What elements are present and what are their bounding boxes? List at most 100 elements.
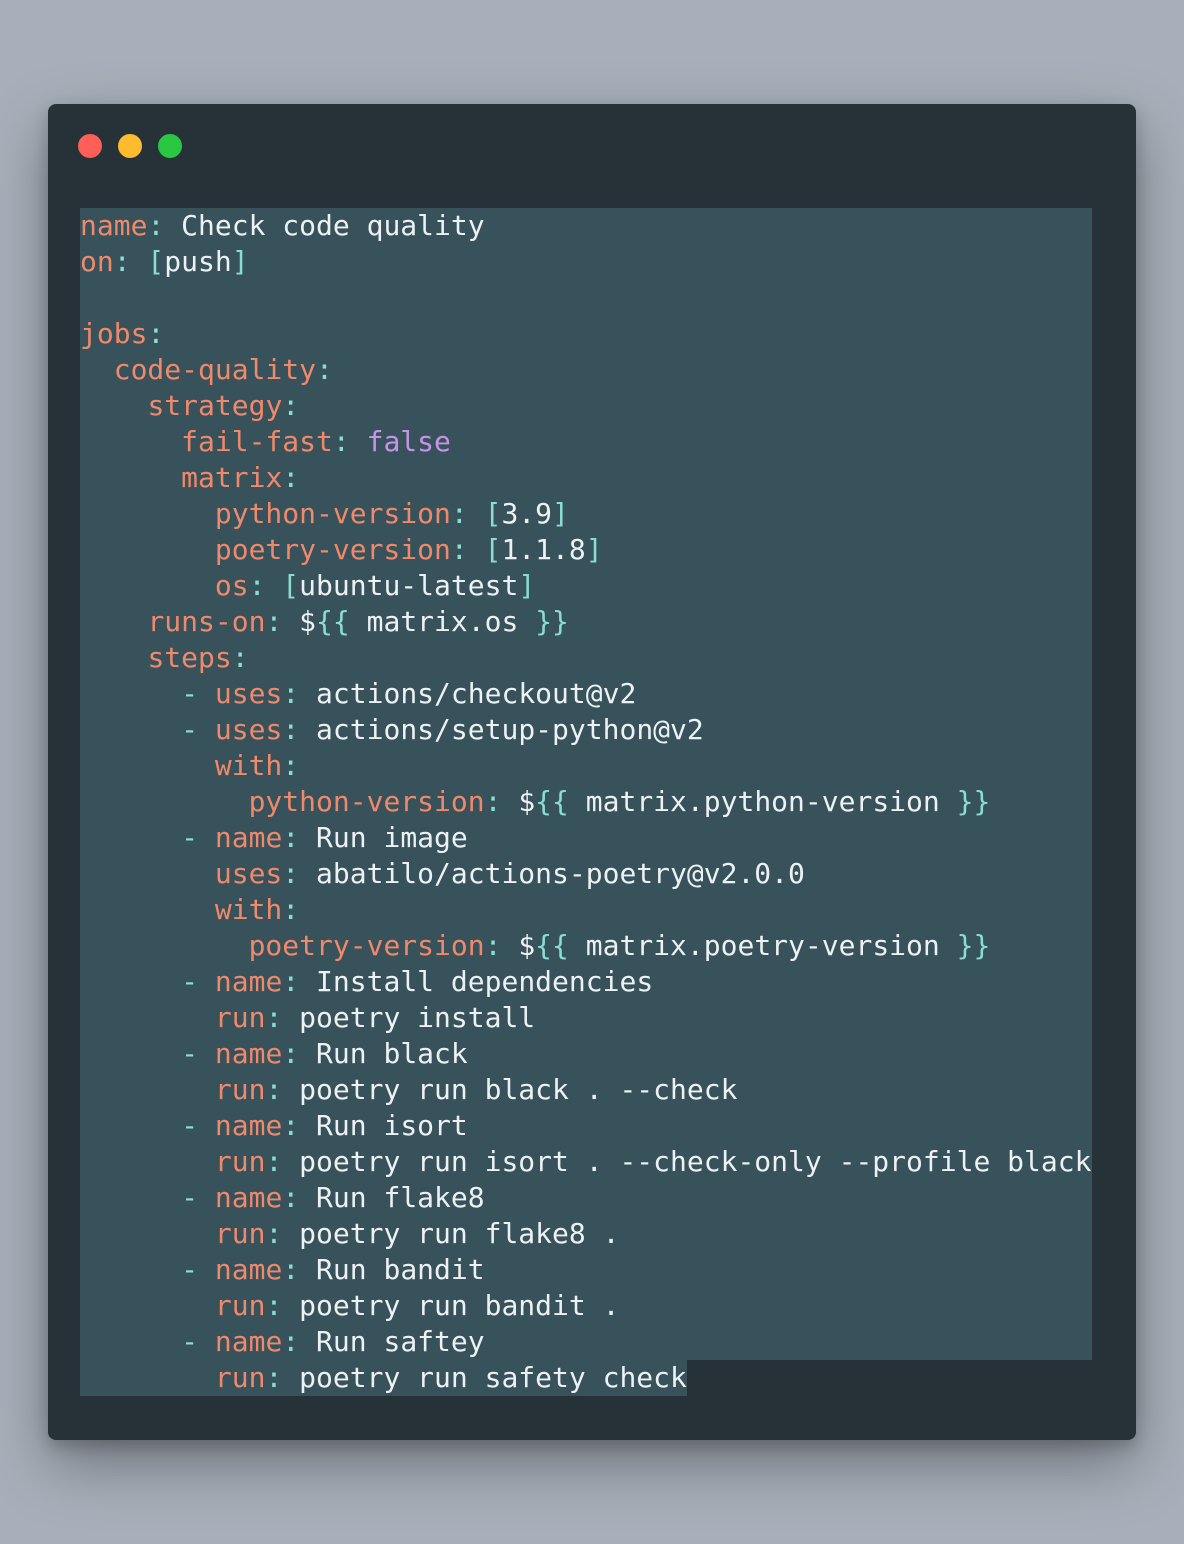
code-token: :	[282, 749, 300, 782]
selection-highlight: strategy:	[80, 388, 1092, 424]
code-token: actions/setup-python@v2	[316, 713, 704, 746]
code-line: name: Check code quality	[80, 208, 1092, 244]
code-line: poetry-version: ${{ matrix.poetry-versio…	[80, 928, 1092, 964]
code-line: - uses: actions/setup-python@v2	[80, 712, 1092, 748]
code-token: run	[214, 1001, 266, 1034]
code-line	[80, 280, 1092, 316]
selection-highlight: runs-on: ${{ matrix.os }}	[80, 604, 1092, 640]
code-line: - name: Run flake8	[80, 1180, 1092, 1216]
code-token: poetry run safety check	[299, 1361, 687, 1394]
code-line: python-version: [3.9]	[80, 496, 1092, 532]
selection-highlight: fail-fast: false	[80, 424, 1092, 460]
code-token: {{	[535, 929, 569, 962]
code-token: steps	[147, 641, 232, 674]
code-token: Run black	[316, 1037, 468, 1070]
selection-highlight: run: poetry install	[80, 1000, 1092, 1036]
code-token: poetry install	[299, 1001, 536, 1034]
code-token: $	[518, 785, 536, 818]
code-token: run	[214, 1217, 266, 1250]
code-token: with	[214, 893, 283, 926]
code-line: with:	[80, 748, 1092, 784]
code-token: 1.1.8	[501, 533, 586, 566]
code-token: Check code quality	[181, 209, 485, 242]
code-token: : [	[113, 245, 165, 278]
code-token: on	[80, 245, 114, 278]
selection-highlight: name: Check code quality	[80, 208, 1092, 244]
code-token: uses	[214, 713, 283, 746]
code-token: :	[282, 389, 300, 422]
code-token: name	[214, 1253, 283, 1286]
close-dot[interactable]	[78, 134, 102, 158]
code-line: code-quality:	[80, 352, 1092, 388]
code-block[interactable]: name: Check code quality on: [push] jobs : …	[80, 208, 1092, 1396]
code-token: name	[214, 1037, 283, 1070]
minimize-dot[interactable]	[118, 134, 142, 158]
code-token: jobs	[80, 317, 148, 350]
code-token: python-version	[248, 785, 485, 818]
code-token: poetry run black . --check	[299, 1073, 738, 1106]
code-token: :	[282, 1181, 317, 1214]
zoom-dot[interactable]	[158, 134, 182, 158]
code-token: : [	[450, 533, 502, 566]
code-token: :	[282, 965, 317, 998]
selection-highlight: os: [ubuntu-latest]	[80, 568, 1092, 604]
code-token: :	[332, 425, 367, 458]
code-line: poetry-version: [1.1.8]	[80, 532, 1092, 568]
code-token: name	[214, 1181, 283, 1214]
selection-highlight: python-version: [3.9]	[80, 496, 1092, 532]
code-token: matrix	[181, 461, 283, 494]
code-token: false	[366, 425, 451, 458]
code-token: :	[282, 713, 317, 746]
code-token: matrix.poetry-version	[568, 929, 957, 962]
code-token: 3.9	[501, 497, 553, 530]
code-token: strategy	[147, 389, 283, 422]
code-line: os: [ubuntu-latest]	[80, 568, 1092, 604]
code-line: - uses: actions/checkout@v2	[80, 676, 1092, 712]
selection-highlight: - name: Run saftey	[80, 1324, 1092, 1360]
code-line: run: poetry run isort . --check-only --p…	[80, 1144, 1092, 1180]
code-line: strategy:	[80, 388, 1092, 424]
code-token: :	[265, 605, 300, 638]
selection-highlight: on: [push]	[80, 244, 1092, 280]
code-line: run: poetry install	[80, 1000, 1092, 1036]
selection-highlight: poetry-version: [1.1.8]	[80, 532, 1092, 568]
code-token: poetry run flake8 .	[299, 1217, 620, 1250]
selection-highlight: - name: Install dependencies	[80, 964, 1092, 1000]
code-token: :	[265, 1145, 300, 1178]
code-token: run	[214, 1361, 266, 1394]
code-token: Run isort	[316, 1109, 468, 1142]
code-token: poetry run bandit .	[299, 1289, 620, 1322]
code-line: steps:	[80, 640, 1092, 676]
code-token: run	[214, 1289, 266, 1322]
code-token: run	[214, 1073, 266, 1106]
code-token: Run flake8	[316, 1181, 485, 1214]
code-token: -	[181, 1253, 215, 1286]
code-token: Run image	[316, 821, 468, 854]
selection-highlight: - name: Run isort	[80, 1108, 1092, 1144]
code-token: uses	[214, 857, 283, 890]
code-token: :	[231, 641, 249, 674]
selection-highlight: python-version: ${{ matrix.python-versio…	[80, 784, 1092, 820]
code-token: $	[518, 929, 536, 962]
code-token: -	[181, 1181, 215, 1214]
code-token: code-quality	[113, 353, 317, 386]
code-token: poetry-version	[214, 533, 451, 566]
code-token: {{	[316, 605, 350, 638]
code-token: :	[282, 1325, 317, 1358]
code-token: name	[214, 1109, 283, 1142]
